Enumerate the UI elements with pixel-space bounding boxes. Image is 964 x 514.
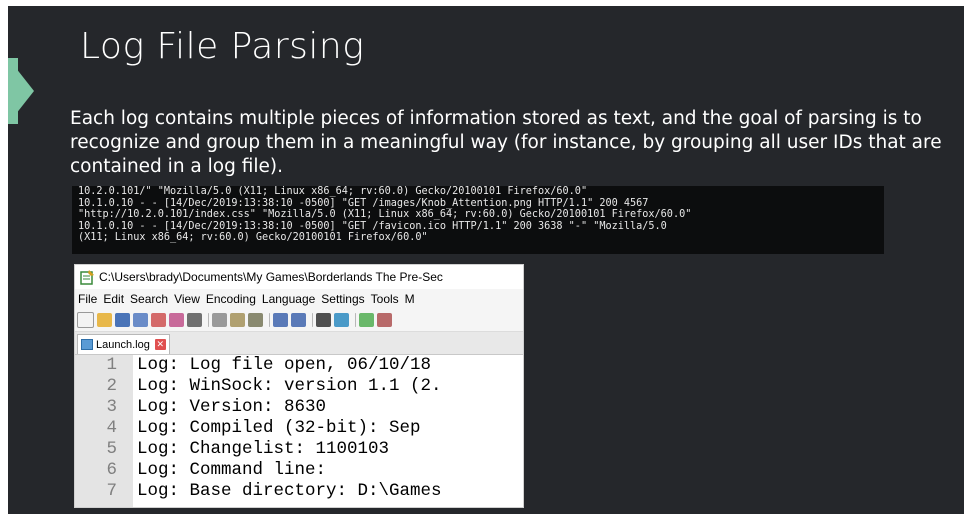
- terminal-line: 10.2.0.101/" "Mozilla/5.0 (X11; Linux x8…: [78, 186, 588, 197]
- notepad-app-icon: [80, 270, 94, 285]
- replace-icon[interactable]: [334, 313, 349, 327]
- line-number: 3: [106, 397, 117, 417]
- toolbar-separator: [208, 313, 209, 327]
- file-icon: [81, 339, 93, 350]
- save-icon[interactable]: [115, 313, 130, 327]
- menu-search[interactable]: Search: [127, 292, 171, 306]
- tab-label: Launch.log: [96, 338, 150, 351]
- terminal-line: "http://10.2.0.101/index.css" "Mozilla/5…: [78, 209, 692, 220]
- redo-icon[interactable]: [291, 313, 306, 327]
- zoom-out-icon[interactable]: [377, 313, 392, 327]
- zoom-in-icon[interactable]: [359, 313, 374, 327]
- line-number: 2: [106, 376, 117, 396]
- line-text: Log: Log file open, 06/10/18: [137, 355, 432, 375]
- menu-file[interactable]: File: [75, 292, 100, 306]
- editor-line: 2 Log: WinSock: version 1.1 (2.: [75, 376, 442, 397]
- editor-line: 3 Log: Version: 8630: [75, 397, 326, 418]
- terminal-line: 10.1.0.10 - - [14/Dec/2019:13:38:10 -050…: [78, 220, 667, 232]
- line-text: Log: Changelist: 1100103: [137, 439, 390, 459]
- line-number: 7: [106, 481, 117, 501]
- slide-title: Log File Parsing: [80, 26, 365, 67]
- tab-close-icon[interactable]: ✕: [154, 339, 166, 350]
- cut-icon[interactable]: [212, 313, 227, 327]
- notepad-window: C:\Users\brady\Documents\My Games\Border…: [74, 264, 524, 508]
- menu-settings[interactable]: Settings: [318, 292, 367, 306]
- accent-arrow: [8, 58, 34, 124]
- text-editor[interactable]: 1 Log: Log file open, 06/10/18 2 Log: WinS…: [75, 355, 523, 507]
- line-text: Log: Compiled (32-bit): Sep: [137, 418, 421, 438]
- line-text: Log: Version: 8630: [137, 397, 327, 417]
- line-number: 5: [106, 439, 117, 459]
- line-text: Log: WinSock: version 1.1 (2.: [137, 376, 442, 396]
- window-titlebar: C:\Users\brady\Documents\My Games\Border…: [75, 265, 523, 289]
- close-file-icon[interactable]: [151, 313, 166, 327]
- editor-line: 1 Log: Log file open, 06/10/18: [75, 355, 431, 376]
- close-all-icon[interactable]: [169, 313, 184, 327]
- toolbar: [75, 309, 523, 332]
- menu-view[interactable]: View: [171, 292, 203, 306]
- menu-macro[interactable]: M: [402, 292, 418, 306]
- find-icon[interactable]: [316, 313, 331, 327]
- menu-language[interactable]: Language: [259, 292, 318, 306]
- window-title: C:\Users\brady\Documents\My Games\Border…: [99, 270, 443, 284]
- slide-body-text: Each log contains multiple pieces of inf…: [70, 108, 942, 177]
- line-number: 4: [106, 418, 117, 438]
- menu-tools[interactable]: Tools: [368, 292, 402, 306]
- menu-bar: File Edit Search View Encoding Language …: [75, 289, 523, 309]
- editor-line: 5 Log: Changelist: 1100103: [75, 439, 389, 460]
- paste-icon[interactable]: [248, 313, 263, 327]
- undo-icon[interactable]: [273, 313, 288, 327]
- toolbar-separator: [269, 313, 270, 327]
- toolbar-separator: [312, 313, 313, 327]
- terminal-line: (X11; Linux x86_64; rv:60.0) Gecko/20100…: [78, 232, 428, 243]
- print-icon[interactable]: [187, 313, 202, 327]
- editor-line: 7 Log: Base directory: D:\Games: [75, 481, 442, 502]
- copy-icon[interactable]: [230, 313, 245, 327]
- log-terminal-snippet: 10.2.0.101/" "Mozilla/5.0 (X11; Linux x8…: [72, 186, 884, 254]
- menu-encoding[interactable]: Encoding: [203, 292, 259, 306]
- open-folder-icon[interactable]: [97, 313, 112, 327]
- new-file-icon[interactable]: [77, 312, 94, 328]
- menu-edit[interactable]: Edit: [100, 292, 127, 306]
- tab-launch-log[interactable]: Launch.log ✕: [77, 334, 170, 354]
- terminal-line: 10.1.0.10 - - [14/Dec/2019:13:38:10 -050…: [78, 197, 649, 209]
- line-number: 6: [106, 460, 117, 480]
- editor-line: 4 Log: Compiled (32-bit): Sep: [75, 418, 421, 439]
- editor-line: 6 Log: Command line:: [75, 460, 326, 481]
- toolbar-separator: [355, 313, 356, 327]
- tab-bar: Launch.log ✕: [75, 332, 523, 355]
- line-number: 1: [106, 355, 117, 375]
- line-text: Log: Command line:: [137, 460, 327, 480]
- save-all-icon[interactable]: [133, 313, 148, 327]
- line-text: Log: Base directory: D:\Games: [137, 481, 442, 501]
